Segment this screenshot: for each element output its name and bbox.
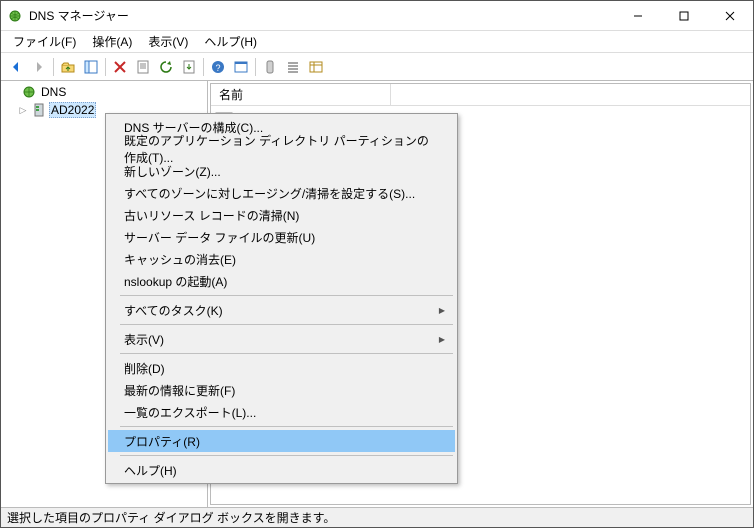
tree-root-label: DNS xyxy=(39,85,68,99)
ctx-nslookup[interactable]: nslookup の起動(A) xyxy=(108,270,455,292)
submenu-arrow-icon: ▶ xyxy=(439,306,445,315)
list-view-button[interactable] xyxy=(282,56,304,78)
ctx-properties[interactable]: プロパティ(R) xyxy=(108,430,455,452)
window-title: DNS マネージャー xyxy=(29,7,615,24)
svg-text:?: ? xyxy=(215,63,220,73)
ctx-help[interactable]: ヘルプ(H) xyxy=(108,459,455,481)
ctx-separator xyxy=(120,353,453,354)
refresh-button[interactable] xyxy=(155,56,177,78)
toolbar: ? xyxy=(1,53,753,81)
toolbar-separator xyxy=(203,58,204,76)
app-window: DNS マネージャー ファイル(F) 操作(A) 表示(V) ヘルプ(H) xyxy=(0,0,754,528)
ctx-all-tasks-label: すべてのタスク(K) xyxy=(124,302,223,319)
export-list-button[interactable] xyxy=(178,56,200,78)
toolbar-separator xyxy=(53,58,54,76)
properties-button[interactable] xyxy=(132,56,154,78)
statusbar: 選択した項目のプロパティ ダイアログ ボックスを開きます。 xyxy=(1,507,753,527)
status-text: 選択した項目のプロパティ ダイアログ ボックスを開きます。 xyxy=(7,509,335,526)
ctx-separator xyxy=(120,455,453,456)
close-button[interactable] xyxy=(707,1,753,30)
ctx-export[interactable]: 一覧のエクスポート(L)... xyxy=(108,401,455,423)
tree-root[interactable]: DNS xyxy=(3,83,205,101)
ctx-delete[interactable]: 削除(D) xyxy=(108,357,455,379)
delete-button[interactable] xyxy=(109,56,131,78)
ctx-all-tasks[interactable]: すべてのタスク(K) ▶ xyxy=(108,299,455,321)
help-button[interactable]: ? xyxy=(207,56,229,78)
dns-root-icon xyxy=(21,84,37,100)
detail-view-button[interactable] xyxy=(305,56,327,78)
server-icon xyxy=(31,102,47,118)
titlebar: DNS マネージャー xyxy=(1,1,753,31)
app-icon xyxy=(7,8,23,24)
toolbar-separator xyxy=(255,58,256,76)
expand-icon[interactable]: ▷ xyxy=(17,104,29,116)
back-button[interactable] xyxy=(5,56,27,78)
menubar: ファイル(F) 操作(A) 表示(V) ヘルプ(H) xyxy=(1,31,753,53)
toolbar-separator xyxy=(105,58,106,76)
expand-icon[interactable] xyxy=(7,86,19,98)
column-header-name[interactable]: 名前 xyxy=(211,84,391,105)
ctx-create-partition[interactable]: 既定のアプリケーション ディレクトリ パーティションの作成(T)... xyxy=(108,138,455,160)
ctx-view-label: 表示(V) xyxy=(124,331,164,348)
list-header: 名前 xyxy=(211,84,750,106)
ctx-update-server[interactable]: サーバー データ ファイルの更新(U) xyxy=(108,226,455,248)
ctx-view[interactable]: 表示(V) ▶ xyxy=(108,328,455,350)
menu-action[interactable]: 操作(A) xyxy=(84,31,140,52)
context-menu: DNS サーバーの構成(C)... 既定のアプリケーション ディレクトリ パーテ… xyxy=(105,113,458,484)
show-hide-tree-button[interactable] xyxy=(80,56,102,78)
ctx-clear-cache[interactable]: キャッシュの消去(E) xyxy=(108,248,455,270)
ctx-scavenge-stale[interactable]: 古いリソース レコードの清掃(N) xyxy=(108,204,455,226)
menu-help[interactable]: ヘルプ(H) xyxy=(196,31,265,52)
forward-button[interactable] xyxy=(28,56,50,78)
ctx-refresh[interactable]: 最新の情報に更新(F) xyxy=(108,379,455,401)
tree-server-label: AD2022 xyxy=(49,102,96,118)
ctx-set-aging[interactable]: すべてのゾーンに対しエージング/清掃を設定する(S)... xyxy=(108,182,455,204)
ctx-separator xyxy=(120,426,453,427)
ctx-new-zone[interactable]: 新しいゾーン(Z)... xyxy=(108,160,455,182)
submenu-arrow-icon: ▶ xyxy=(439,335,445,344)
up-button[interactable] xyxy=(57,56,79,78)
ctx-separator xyxy=(120,295,453,296)
menu-view[interactable]: 表示(V) xyxy=(140,31,196,52)
maximize-button[interactable] xyxy=(661,1,707,30)
window-controls xyxy=(615,1,753,30)
new-window-button[interactable] xyxy=(230,56,252,78)
filter-button[interactable] xyxy=(259,56,281,78)
minimize-button[interactable] xyxy=(615,1,661,30)
ctx-separator xyxy=(120,324,453,325)
menu-file[interactable]: ファイル(F) xyxy=(5,31,84,52)
